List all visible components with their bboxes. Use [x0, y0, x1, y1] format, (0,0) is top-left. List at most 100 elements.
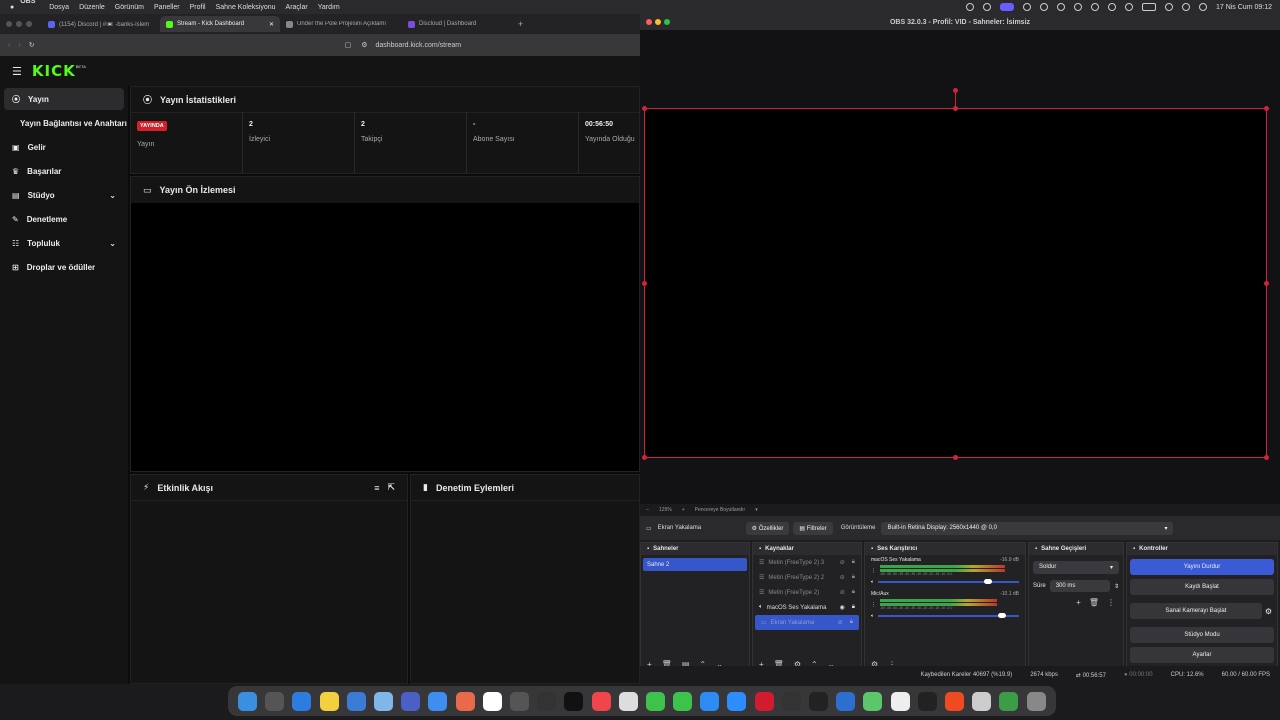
opera-app-icon[interactable] [754, 691, 774, 711]
minimize-window-icon[interactable] [655, 19, 661, 25]
calculator-app-icon[interactable] [781, 691, 801, 711]
menu-sahne-koleksiyonu[interactable]: Sahne Koleksiyonu [216, 4, 276, 11]
calendar-app-icon[interactable] [482, 691, 502, 711]
sidebar-item-topluluk[interactable]: ☷ Topluluk ⌄ [4, 232, 124, 254]
pen-icon[interactable] [1039, 3, 1048, 11]
appstore-a-app-icon[interactable] [428, 691, 448, 711]
zoom-out-icon[interactable]: − [646, 507, 649, 513]
chevron-down-icon[interactable]: ▾ [755, 507, 758, 513]
zoom-in-icon[interactable]: + [682, 507, 685, 513]
channel-menu-icon[interactable]: ⋮ [871, 602, 876, 608]
lock-icon[interactable]: 🔒︎ [852, 604, 855, 611]
sidebar-item-basarilar[interactable]: ♛ Başarılar [4, 160, 124, 182]
resize-handle[interactable] [642, 106, 647, 111]
add-transition-icon[interactable]: + [1076, 598, 1081, 607]
new-tab-button[interactable]: + [518, 19, 523, 29]
transition-select[interactable]: Soldur ▾ [1033, 561, 1119, 574]
obs-preview[interactable] [640, 30, 1280, 504]
sidebar-item-denetleme[interactable]: ✎ Denetleme [4, 208, 124, 230]
filter-icon[interactable]: ≡ [374, 483, 379, 493]
fit-window-label[interactable]: Pencereye Boyutlandır [695, 507, 746, 513]
settings-button[interactable]: Ayarlar [1130, 647, 1274, 663]
facetime-app-icon[interactable] [673, 691, 693, 711]
resize-handle[interactable] [1264, 281, 1269, 286]
reload-icon[interactable]: ↻ [29, 41, 35, 49]
trash-app-icon[interactable] [1026, 691, 1046, 711]
remove-transition-icon[interactable]: 🗑 [1089, 598, 1099, 607]
visibility-hidden-icon[interactable]: ⊘ [840, 574, 845, 581]
menu-duzenle[interactable]: Düzenle [79, 4, 105, 11]
transition-menu-icon[interactable]: ⋮ [1107, 598, 1115, 607]
control-center-icon[interactable] [1198, 3, 1207, 11]
chevron-down-icon[interactable]: ⌄ [109, 191, 116, 200]
settings-icon[interactable] [1073, 3, 1082, 11]
lock-icon[interactable]: 🔒︎ [852, 559, 855, 566]
maps-app-icon[interactable] [863, 691, 883, 711]
visibility-hidden-icon[interactable]: ⊘ [838, 619, 843, 626]
menu-araclar[interactable]: Araçlar [286, 4, 308, 11]
tab-kick-dashboard[interactable]: Stream - Kick Dashboard ✕ [160, 16, 280, 32]
sidebar-item-gelir[interactable]: ▣ Gelir [4, 136, 124, 158]
teams-app-icon[interactable] [401, 691, 421, 711]
sync-icon[interactable] [982, 3, 991, 11]
brave-app-icon[interactable] [944, 691, 964, 711]
zoom-app-icon[interactable] [727, 691, 747, 711]
sidebar-item-studyo[interactable]: ▤ Stüdyo ⌄ [4, 184, 124, 206]
battery-icon[interactable] [1141, 3, 1156, 11]
scene-item[interactable]: Sahne 2 [643, 558, 747, 571]
close-tab-icon[interactable]: ✕ [269, 21, 274, 28]
stepper-icon[interactable]: ⇕ [1114, 583, 1119, 590]
preview-canvas[interactable] [642, 106, 1269, 460]
weather-app-icon[interactable] [374, 691, 394, 711]
chevron-down-icon[interactable]: ⌄ [109, 239, 116, 248]
duration-input[interactable]: 300 ms [1049, 580, 1110, 592]
tab-discord[interactable]: (1154) Discord | #📼 -banks-islem [42, 16, 160, 32]
tab-under-the-pole[interactable]: Under the Pole Projesini Açıklamı [280, 16, 402, 32]
volume-slider[interactable] [878, 579, 1019, 584]
slider-knob[interactable] [983, 579, 992, 584]
source-item[interactable]: 🔈︎ macOS Ses Yakalama ◉ 🔒︎ [753, 600, 861, 615]
kick-logo[interactable]: KICK [32, 62, 76, 80]
photos-app-icon[interactable] [455, 691, 475, 711]
volume-slider[interactable] [878, 613, 1019, 618]
start-virtual-camera-button[interactable]: Sanal Kamerayı Başlat [1130, 603, 1262, 619]
url-field[interactable]: dashboard.kick.com/stream [375, 42, 461, 49]
capcut-app-icon[interactable] [890, 691, 910, 711]
visibility-hidden-icon[interactable]: ⊘ [840, 589, 845, 596]
apple-icon[interactable]: ● [10, 4, 14, 11]
screen-share-icon[interactable] [999, 3, 1014, 11]
menu-gorunum[interactable]: Görünüm [115, 4, 144, 11]
channel-menu-icon[interactable]: ⋮ [871, 568, 876, 574]
slider-knob[interactable] [997, 613, 1006, 618]
source-item[interactable]: ☰ Metin (FreeType 2) 2 ⊘ 🔒︎ [753, 570, 861, 585]
back-icon[interactable]: ‹ [8, 42, 10, 49]
source-item[interactable]: ☰ Metin (FreeType 2) ⊘ 🔒︎ [753, 585, 861, 600]
close-window-icon[interactable] [6, 21, 12, 27]
minimize-window-icon[interactable] [16, 21, 22, 27]
resize-handle[interactable] [642, 281, 647, 286]
appstore-app-icon[interactable] [700, 691, 720, 711]
close-window-icon[interactable] [646, 19, 652, 25]
filters-button[interactable]: ▤ Filtreler [793, 521, 833, 535]
lock-icon[interactable]: 🔒︎ [852, 574, 855, 581]
hamburger-menu-icon[interactable]: ☰ [12, 65, 22, 78]
menu-paneller[interactable]: Paneller [154, 4, 180, 11]
stream-preview-player[interactable] [131, 203, 639, 471]
moon-icon[interactable] [1107, 3, 1116, 11]
sidebar-item-droplar[interactable]: ⊞ Droplar ve ödüller [4, 256, 124, 278]
record-icon[interactable] [1022, 3, 1031, 11]
lock-icon[interactable]: 🔒︎ [852, 589, 855, 596]
visibility-hidden-icon[interactable]: ⊘ [840, 559, 845, 566]
studio-mode-button[interactable]: Stüdyo Modu [1130, 627, 1274, 643]
notes-app-icon[interactable] [319, 691, 339, 711]
cloud-icon[interactable] [1090, 3, 1099, 11]
lock-icon[interactable]: 🔒︎ [850, 619, 853, 626]
github-app-icon[interactable] [917, 691, 937, 711]
resize-handle[interactable] [642, 455, 647, 460]
sidebar-item-yayin-baglantisi[interactable]: Yayın Bağlantısı ve Anahtarı [4, 112, 127, 134]
popout-icon[interactable]: ⇱ [387, 482, 395, 493]
source-item-selected[interactable]: ▭ Ekran Yakalama ⊘ 🔒︎ [755, 615, 859, 630]
status-icon[interactable] [965, 3, 974, 11]
properties-button[interactable]: ⚙ Özellikler [745, 521, 790, 535]
clock[interactable]: 17 Nis Cum 09:12 [1216, 4, 1272, 11]
